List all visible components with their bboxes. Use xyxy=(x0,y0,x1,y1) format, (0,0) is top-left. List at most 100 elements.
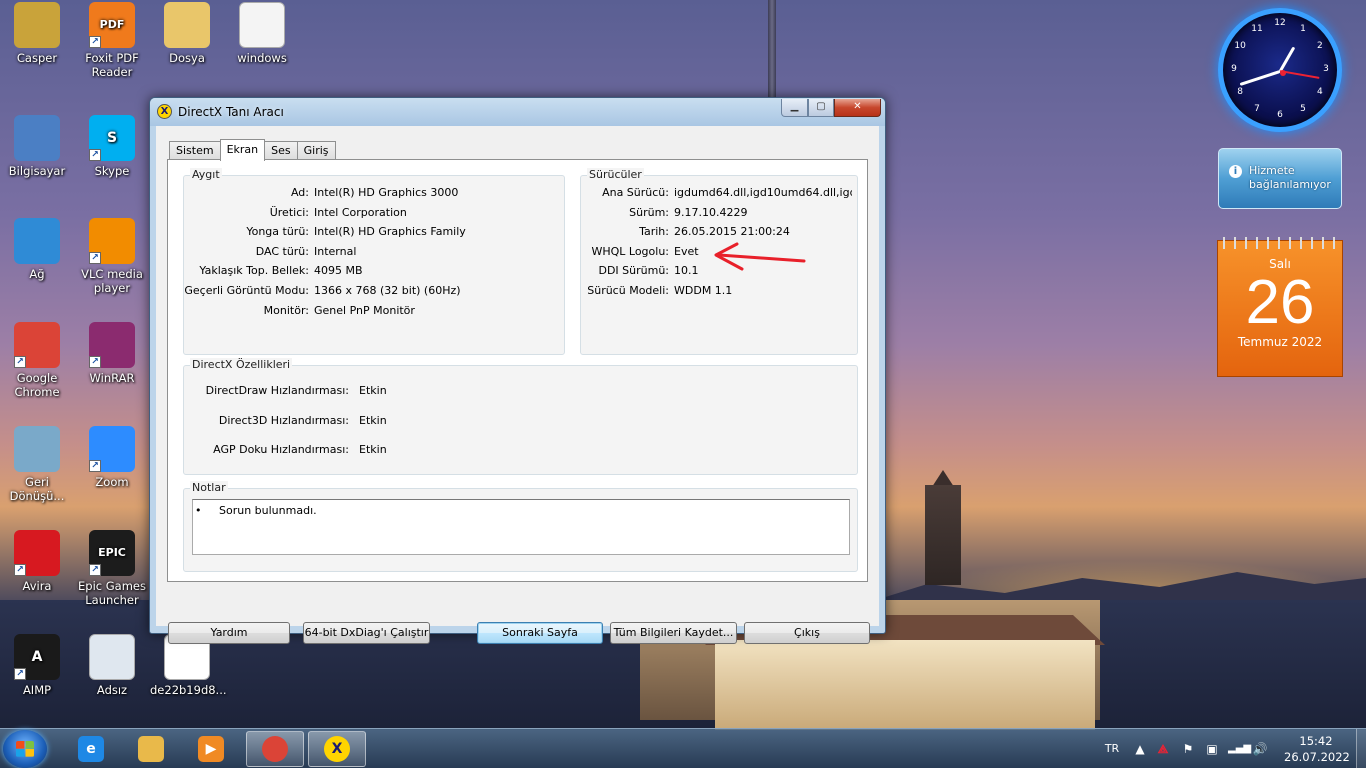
directx-diagnostic-window: X DirectX Tanı Aracı ▁ ▢ ✕ Sistem Ekran … xyxy=(149,97,886,644)
info-value: 9.17.10.4229 xyxy=(674,205,748,219)
desktop-icon-10[interactable]: Geri Dönüşü... xyxy=(0,426,74,503)
shortcut-arrow-icon: ↗ xyxy=(14,564,26,576)
help-button[interactable]: Yardım xyxy=(168,622,290,644)
next-page-button[interactable]: Sonraki Sayfa xyxy=(477,622,603,644)
info-value: igdumd64.dll,igd10umd64.dll,igd10um xyxy=(674,186,852,199)
desktop-icon-9[interactable]: ↗ WinRAR xyxy=(75,322,149,385)
tab-ekran[interactable]: Ekran xyxy=(219,139,266,161)
desktop-icon-7[interactable]: ↗ VLC media player xyxy=(75,218,149,295)
title-bar[interactable]: X DirectX Tanı Aracı ▁ ▢ ✕ xyxy=(150,98,885,126)
maximize-button[interactable]: ▢ xyxy=(808,99,834,117)
device-group-title: Aygıt xyxy=(190,168,222,181)
language-indicator[interactable]: TR xyxy=(1103,741,1121,757)
taskbar-directx[interactable]: X xyxy=(308,731,366,767)
safely-remove-hardware-icon[interactable]: ▣ xyxy=(1204,741,1220,757)
calendar-day-number: 26 xyxy=(1245,268,1315,337)
desktop-icon-11[interactable]: ↗ Zoom xyxy=(75,426,149,489)
avira-icon: ↗ xyxy=(14,530,60,576)
show-desktop-button[interactable] xyxy=(1356,729,1366,768)
info-label: Ana Sürücü: xyxy=(602,186,669,199)
info-value: 4095 MB xyxy=(314,264,363,278)
shortcut-arrow-icon: ↗ xyxy=(89,252,101,264)
desktop-icon-2[interactable]: Dosya xyxy=(150,2,224,65)
desktop-icon-label: Ağ xyxy=(29,267,45,281)
clock-time: 15:42 xyxy=(1299,734,1333,748)
desktop-icon-6[interactable]: Ağ xyxy=(0,218,74,281)
desktop-icon-13[interactable]: EPIC ↗ Epic Games Launcher xyxy=(75,530,149,607)
desktop-icon-5[interactable]: S ↗ Skype xyxy=(75,115,149,178)
info-value: Intel(R) HD Graphics Family xyxy=(314,225,466,239)
start-button[interactable] xyxy=(3,730,47,768)
desktop-icon-0[interactable]: Casper xyxy=(0,2,74,65)
network-icon xyxy=(14,218,60,264)
taskbar-media-player[interactable]: ▶ xyxy=(182,731,240,767)
save-all-info-button[interactable]: Tüm Bilgileri Kaydet... xyxy=(610,622,737,644)
notes-item: Sorun bulunmadı. xyxy=(219,504,317,517)
shortcut-arrow-icon: ↗ xyxy=(89,564,101,576)
desktop-icon-3[interactable]: windows xyxy=(225,2,299,65)
clock-number: 8 xyxy=(1237,87,1244,97)
desktop-icon-label: WinRAR xyxy=(89,371,135,385)
epic-games-icon: EPIC ↗ xyxy=(89,530,135,576)
taskbar-clock[interactable]: 15:42 26.07.2022 xyxy=(1284,733,1350,765)
info-value: Evet xyxy=(674,244,699,258)
notes-textbox[interactable]: • Sorun bulunmadı. xyxy=(192,499,850,555)
info-icon: i xyxy=(1229,165,1242,178)
run-64bit-dxdiag-button[interactable]: 64-bit DxDiag'ı Çalıştır xyxy=(303,622,430,644)
clock-gadget[interactable]: 12 1 2 3 4 5 6 7 8 9 10 11 xyxy=(1218,8,1342,132)
clock-number: 6 xyxy=(1277,110,1283,120)
show-hidden-icons-arrow-icon[interactable]: ▲ xyxy=(1132,741,1148,757)
shortcut-arrow-icon: ↗ xyxy=(89,36,101,48)
info-label: Sürücü Modeli: xyxy=(587,284,669,297)
desktop-icon-label: Google Chrome xyxy=(14,371,60,399)
tab-sistem[interactable]: Sistem xyxy=(169,141,221,160)
info-label: Ad: xyxy=(290,186,309,199)
network-signal-icon[interactable]: ▂▄▆ xyxy=(1228,741,1251,757)
shortcut-arrow-icon: ↗ xyxy=(14,356,26,368)
action-center-flag-icon[interactable]: ⚑ xyxy=(1180,741,1196,757)
close-button[interactable]: ✕ xyxy=(834,99,881,117)
info-value: Etkin xyxy=(359,413,387,427)
computer-icon xyxy=(14,115,60,161)
shortcut-arrow-icon: ↗ xyxy=(14,668,26,680)
avira-tray-icon[interactable]: ⟁ xyxy=(1155,741,1171,757)
info-value: 10.1 xyxy=(674,264,699,278)
calendar-gadget[interactable]: Salı 26 Temmuz 2022 xyxy=(1217,237,1343,377)
directx-features-group: DirectX Özellikleri DirectDraw Hızlandır… xyxy=(183,358,858,475)
taskbar-file-explorer[interactable] xyxy=(122,731,180,767)
calendar-month-year: Temmuz 2022 xyxy=(1237,335,1323,349)
desktop-icon-12[interactable]: ↗ Avira xyxy=(0,530,74,593)
tab-strip: Sistem Ekran Ses Giriş xyxy=(169,139,336,161)
desktop-icon-label: Skype xyxy=(94,164,130,178)
drivers-group-title: Sürücüler xyxy=(587,168,644,181)
taskbar-chrome[interactable] xyxy=(246,731,304,767)
aimp-icon: A ↗ xyxy=(14,634,60,680)
hour-hand xyxy=(1278,46,1296,73)
desktop-icon-14[interactable]: A ↗ AIMP xyxy=(0,634,74,697)
shortcut-arrow-icon: ↗ xyxy=(89,356,101,368)
desktop-icon-8[interactable]: ↗ Google Chrome xyxy=(0,322,74,399)
desktop-icon-4[interactable]: Bilgisayar xyxy=(0,115,74,178)
shortcut-arrow-icon: ↗ xyxy=(89,149,101,161)
rss-feed-gadget[interactable]: i Hizmete bağlanılamıyor xyxy=(1218,148,1342,209)
info-label: Tarih: xyxy=(639,225,669,239)
taskbar-internet-explorer[interactable]: e xyxy=(62,731,120,767)
info-value: 1366 x 768 (32 bit) (60Hz) xyxy=(314,284,461,297)
minimize-button[interactable]: ▁ xyxy=(781,99,808,117)
desktop-icon-label: VLC media player xyxy=(81,267,143,295)
desktop-icon-1[interactable]: PDF ↗ Foxit PDF Reader xyxy=(75,2,149,79)
skype-icon: S ↗ xyxy=(89,115,135,161)
tab-ses[interactable]: Ses xyxy=(264,141,298,160)
tab-giris[interactable]: Giriş xyxy=(296,141,336,160)
volume-icon[interactable]: 🔊 xyxy=(1252,741,1268,757)
features-group-title: DirectX Özellikleri xyxy=(190,358,293,371)
directx-icon: X xyxy=(324,736,350,762)
desktop-icon-label: Epic Games Launcher xyxy=(78,579,146,607)
window-client-area: Sistem Ekran Ses Giriş Aygıt Ad: Intel(R)… xyxy=(156,126,879,644)
info-value: Intel Corporation xyxy=(314,205,407,219)
desktop-icon-15[interactable]: Adsız xyxy=(75,634,149,697)
exit-button[interactable]: Çıkış xyxy=(744,622,870,644)
info-label: AGP Doku Hızlandırması: xyxy=(213,443,349,456)
desktop-icon-label: de22b19d8... xyxy=(150,683,227,697)
desktop-icon-label: Zoom xyxy=(95,475,129,489)
